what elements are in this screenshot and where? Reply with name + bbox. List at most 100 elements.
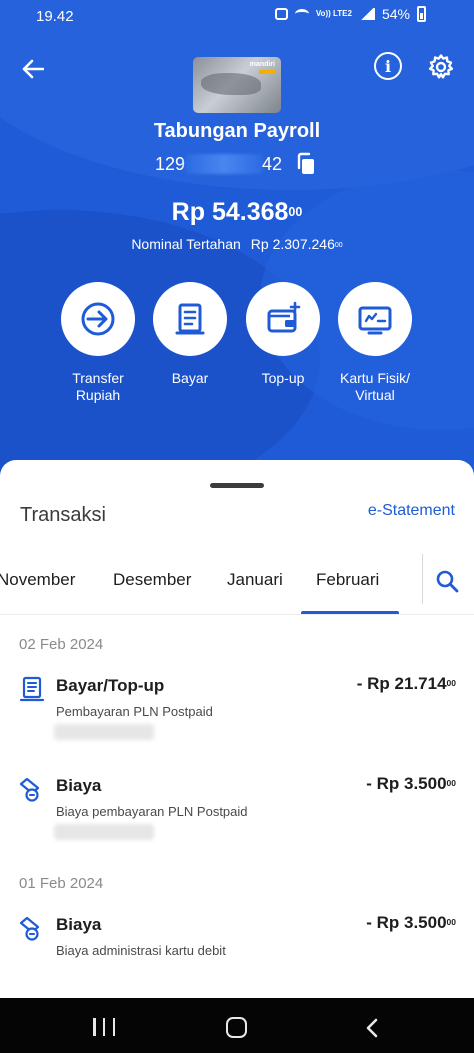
lte-icon: Vo)) LTE2 <box>315 9 352 18</box>
quick-action-topup[interactable]: Top-up <box>233 282 333 387</box>
quick-action-label: Rupiah <box>75 387 121 403</box>
account-number-prefix: 129 <box>155 154 186 174</box>
fee-icon <box>19 777 40 802</box>
transaction-amount-decimal: 00 <box>446 678 456 689</box>
date-header: 01 Feb 2024 <box>19 875 104 892</box>
transaction-description: Biaya administrasi kartu debit <box>56 943 226 958</box>
quick-action-label: Top-up <box>261 370 305 386</box>
quick-action-bayar[interactable]: Bayar <box>140 282 240 387</box>
copy-icon <box>297 152 314 174</box>
mute-icon <box>274 8 288 20</box>
fee-icon <box>19 916 40 941</box>
quick-action-transfer[interactable]: Transfer Rupiah <box>48 282 148 404</box>
signal-icon <box>358 8 375 20</box>
home-button[interactable] <box>226 1017 247 1038</box>
card-map-graphic <box>201 73 261 95</box>
tab-januari[interactable]: Januari <box>227 570 283 590</box>
chevron-left-icon <box>366 1018 378 1038</box>
transaction-item[interactable]: Biaya - Rp 3.50000 Biaya administrasi ka… <box>0 913 474 993</box>
redacted-reference <box>54 724 154 740</box>
account-balance: Rp 54.36800 <box>0 198 474 227</box>
tab-desember[interactable]: Desember <box>113 570 191 590</box>
wallet-topup-icon <box>267 301 301 333</box>
held-amount: Rp 2.307.24600 <box>251 236 343 252</box>
transaction-icon <box>19 776 45 802</box>
status-bar: 19.42 Vo)) LTE2 54% <box>0 0 474 34</box>
redacted-reference <box>54 824 154 840</box>
transaction-amount: - Rp 3.50000 <box>366 774 456 794</box>
debit-card-image[interactable]: mandiri <box>193 57 281 113</box>
search-icon <box>436 570 459 593</box>
system-back-button[interactable] <box>361 1016 385 1040</box>
bill-icon <box>175 303 205 335</box>
back-button[interactable] <box>16 52 50 86</box>
account-number: 129 42 <box>155 152 325 176</box>
held-amount-main: Rp 2.307.246 <box>250 236 335 252</box>
gear-icon <box>428 54 454 79</box>
quick-action-circle[interactable] <box>338 282 412 356</box>
quick-action-label: Transfer <box>72 370 124 386</box>
battery-icon <box>417 6 426 22</box>
transaction-amount-main: - Rp 21.714 <box>356 674 447 693</box>
quick-action-circle[interactable] <box>246 282 320 356</box>
divider <box>422 554 423 604</box>
transaction-item[interactable]: Biaya - Rp 3.50000 Biaya pembayaran PLN … <box>0 774 474 854</box>
transaction-title: Bayar/Top-up <box>56 676 165 695</box>
tab-november[interactable]: November <box>0 570 75 590</box>
balance-decimal: 00 <box>288 204 303 219</box>
wifi-icon <box>294 9 309 19</box>
search-button[interactable] <box>432 566 462 596</box>
account-header: 19.42 Vo)) LTE2 54% i mandiri Tabungan P… <box>0 0 474 480</box>
recents-icon <box>93 1018 96 1036</box>
info-icon: i <box>384 56 392 76</box>
transfer-icon <box>81 302 115 336</box>
account-number-redaction <box>185 154 263 174</box>
quick-action-circle[interactable] <box>153 282 227 356</box>
account-name: Tabungan Payroll <box>153 120 321 142</box>
transaction-amount-decimal: 00 <box>446 917 456 928</box>
balance-main: Rp 54.368 <box>171 198 289 226</box>
recents-icon <box>102 1018 106 1036</box>
month-tabs: November Desember Januari Februari <box>0 546 474 616</box>
arrow-left-icon <box>22 59 44 79</box>
transaction-amount-main: - Rp 3.500 <box>366 774 447 793</box>
transaction-item[interactable]: Bayar/Top-up - Rp 21.71400 Pembayaran PL… <box>0 674 474 754</box>
account-number-suffix: 42 <box>262 154 283 174</box>
transaction-description: Biaya pembayaran PLN Postpaid <box>56 804 248 819</box>
transaction-icon <box>19 915 45 941</box>
tab-februari[interactable]: Februari <box>316 570 379 590</box>
transaction-amount-main: - Rp 3.500 <box>366 913 447 932</box>
battery-percent: 54% <box>381 6 410 22</box>
held-amount-row: Nominal Tertahan Rp 2.307.24600 <box>0 236 474 252</box>
system-navigation-bar <box>0 998 474 1053</box>
quick-action-circle[interactable] <box>61 282 135 356</box>
quick-action-kartu[interactable]: Kartu Fisik/ Virtual <box>325 282 425 404</box>
receipt-icon <box>19 676 45 702</box>
held-label: Nominal Tertahan <box>131 236 241 252</box>
copy-button[interactable] <box>294 152 318 176</box>
estatement-link[interactable]: e-Statement <box>368 502 455 520</box>
recents-icon <box>112 1018 115 1036</box>
card-brand-mark <box>259 70 275 74</box>
info-button[interactable]: i <box>374 52 402 80</box>
status-icons: Vo)) LTE2 54% <box>274 6 426 22</box>
section-title: Transaksi <box>20 504 106 526</box>
settings-button[interactable] <box>426 52 456 82</box>
recents-button[interactable] <box>93 1018 115 1036</box>
transaction-amount: - Rp 21.71400 <box>357 674 456 694</box>
transaction-amount: - Rp 3.50000 <box>366 913 456 933</box>
divider <box>0 614 474 615</box>
transaction-icon <box>19 676 45 702</box>
transaction-title: Biaya <box>56 915 102 934</box>
transaction-title: Biaya <box>56 776 102 795</box>
quick-action-label: Virtual <box>355 387 395 403</box>
card-brand-logo: mandiri <box>249 61 275 68</box>
transaction-amount-decimal: 00 <box>446 778 456 789</box>
transactions-sheet: Transaksi e-Statement November Desember … <box>0 460 474 1000</box>
transaction-description: Pembayaran PLN Postpaid <box>56 704 213 719</box>
date-header: 02 Feb 2024 <box>19 636 104 653</box>
sheet-drag-handle[interactable] <box>210 483 264 488</box>
status-time: 19.42 <box>36 8 74 25</box>
quick-action-label: Bayar <box>171 370 209 386</box>
card-icon <box>358 306 392 335</box>
